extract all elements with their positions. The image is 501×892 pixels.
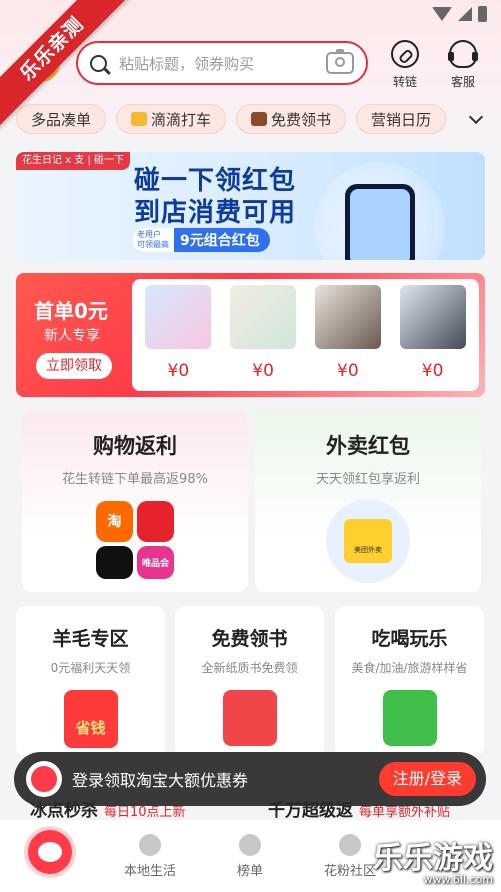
product-item[interactable]: ¥0 [227,285,299,385]
card-title: 免费领书 [211,628,288,650]
chip-marketing-calendar[interactable]: 营销日历 [356,104,447,134]
card-title: 吃喝玩乐 [371,628,448,650]
card-subtitle: 美食/加油/旅游样样省 [351,661,468,675]
product-image [314,285,381,349]
gift-box-icon: 美团外卖 [326,499,410,583]
freebie-zone-card[interactable]: 羊毛专区 0元福利天天领 省钱 [16,606,165,756]
card-subtitle: 天天领红包享返利 [315,472,420,487]
product-image [230,285,297,349]
search-placeholder: 粘贴标题，领券购买 [119,54,255,73]
shopping-rebate-card[interactable]: 购物返利 花生转链下单最高返98% 淘 唯品会 [22,412,248,592]
product-image [145,285,212,349]
first-order-title: 首单0元 [34,299,108,323]
home-tab[interactable] [24,826,76,878]
jd-icon [137,501,174,542]
takeout-red-packet-card[interactable]: 外卖红包 天天领红包享返利 美团外卖 [255,412,481,592]
convert-link-label: 转链 [392,75,417,89]
site-watermark: 乐乐游戏 www.6ll.com [373,841,493,886]
meituan-box: 美团外卖 [344,519,392,563]
product-item[interactable]: ¥0 [312,285,384,385]
register-login-button[interactable]: 注册/登录 [378,762,476,796]
first-order-panel[interactable]: 首单0元 新人专享 立即领取 ¥0 ¥0 ¥0 ¥0 [16,273,485,397]
first-order-subtitle: 新人专享 [44,328,100,344]
book-icon [251,112,268,126]
lightning-icon [139,834,161,856]
status-bar [432,6,487,22]
search-icon [90,54,107,72]
product-image [399,285,466,349]
first-order-products: ¥0 ¥0 ¥0 ¥0 [132,279,479,391]
camera-icon[interactable] [326,49,354,74]
card-title: 外卖红包 [326,434,410,458]
convert-link-button[interactable]: 转链 [380,40,430,90]
banner-amount: 9元组合红包 [180,233,260,249]
banner-red-packet-pill: 老用户 可领最高 9元组合红包 [132,228,270,252]
product-item[interactable]: ¥0 [397,285,469,385]
login-prompt-text: 登录领取淘宝大额优惠券 [72,771,249,790]
product-price: ¥0 [337,361,359,381]
douyin-icon [96,545,133,579]
flame-icon [239,834,261,856]
customer-service-label: 客服 [450,75,475,89]
search-input[interactable]: 粘贴标题，领券购买 [76,41,368,85]
product-price: ¥0 [421,361,444,381]
card-title: 购物返利 [93,434,177,458]
product-price: ¥0 [252,361,274,381]
wallet-icon [382,690,437,746]
quick-chips: 多品凑单 滴滴打车 免费领书 营销日历 [16,104,447,134]
link-icon [391,40,419,68]
card-subtitle: 花生转链下单最高返98% [62,472,208,487]
taobao-icon: 淘 [96,501,133,542]
banner-subheadline: 到店消费可用 [134,198,297,228]
app-logo-icon [26,761,62,797]
claim-now-button[interactable]: 立即领取 [36,353,112,379]
tab-rankings[interactable]: 榜单 [210,830,290,879]
community-icon [339,834,361,856]
customer-service-button[interactable]: 客服 [438,40,488,90]
rebate-apps: 淘 唯品会 [96,501,174,579]
wifi-icon [432,7,452,21]
red-packet-icon: 省钱 [63,690,118,748]
banner-brand: 花生日记 x 支 | 碰一下 [16,152,131,170]
chip-bundle[interactable]: 多品凑单 [16,104,107,134]
battery-icon [478,6,487,22]
card-subtitle: 0元福利天天领 [50,661,131,675]
chip-didi[interactable]: 滴滴打车 [116,104,227,134]
product-item[interactable]: ¥0 [142,285,214,385]
login-prompt-bar[interactable]: 登录领取淘宝大额优惠券 注册/登录 [14,752,486,806]
headset-icon [448,40,477,68]
promo-banner[interactable]: 花生日记 x 支 | 碰一下 碰一下领红包 到店消费可用 老用户 可领最高 9元… [16,152,485,260]
food-fun-card[interactable]: 吃喝玩乐 美食/加油/旅游样样省 [335,606,484,756]
card-subtitle: 全新纸质书免费领 [201,661,298,675]
vip-icon: 唯品会 [137,545,174,579]
product-price: ¥0 [167,361,190,381]
phone-illustration [345,184,415,260]
banner-tag: 老用户 可领最高 [132,228,174,252]
chip-free-book[interactable]: 免费领书 [236,104,347,134]
free-book-card[interactable]: 免费领书 全新纸质书免费领 [175,606,324,756]
card-title: 羊毛专区 [52,628,129,650]
cellular-icon [458,7,472,21]
taxi-icon [131,112,148,126]
book-icon [222,690,277,746]
tab-local-life[interactable]: 本地生活 [110,830,190,879]
